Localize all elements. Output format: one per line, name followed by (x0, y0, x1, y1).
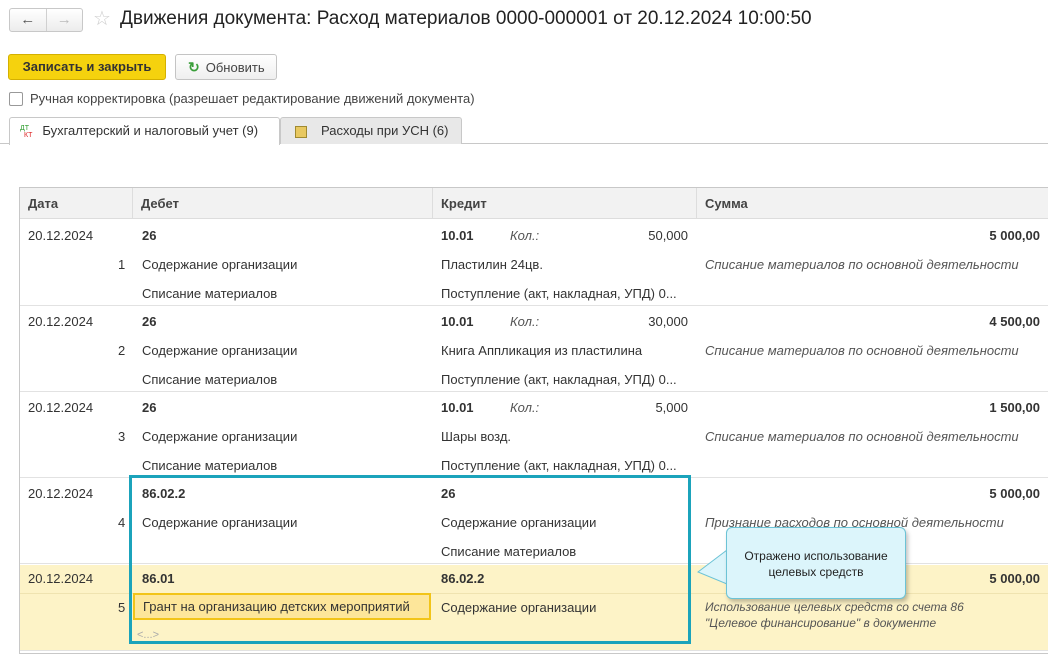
dt-kt-icon: ДТ КТ (20, 125, 32, 139)
table-row[interactable]: 20.12.2024 3 26 Содержание организации С… (20, 392, 1048, 478)
row-number: 4 (118, 515, 126, 530)
credit-subconto1: Пластилин 24цв. (441, 257, 543, 272)
date: 20.12.2024 (28, 228, 94, 243)
description: Использование целевых средств со счета 8… (705, 600, 964, 614)
table-header: Дата Дебет Кредит Сумма (20, 188, 1048, 219)
qty-label: Кол.: (510, 400, 540, 415)
row-number: 1 (118, 257, 126, 272)
manual-correction-checkbox[interactable] (9, 92, 23, 106)
row-number: 3 (118, 429, 126, 444)
date: 20.12.2024 (28, 400, 94, 415)
col-credit[interactable]: Кредит (433, 188, 697, 219)
description: Списание материалов по основной деятельн… (705, 343, 1019, 358)
date: 20.12.2024 (28, 314, 94, 329)
credit-subconto2: Поступление (акт, накладная, УПД) 0... (441, 286, 677, 301)
table-row[interactable]: 20.12.2024 1 26 Содержание организации С… (20, 220, 1048, 306)
qty-label: Кол.: (510, 314, 540, 329)
debit-subconto1: Содержание организации (142, 343, 298, 358)
credit-account: 10.01 (441, 400, 474, 415)
description-line2: "Целевое финансирование" в документе (705, 616, 937, 630)
qty-value: 30,000 (648, 314, 688, 329)
dt-text: ДТ (20, 124, 30, 132)
coins-icon (295, 125, 307, 138)
col-date[interactable]: Дата (20, 188, 133, 219)
nav-buttons: ← → (9, 8, 83, 32)
date: 20.12.2024 (28, 571, 94, 586)
qty-value: 50,000 (648, 228, 688, 243)
refresh-button[interactable]: ↻ Обновить (175, 54, 277, 80)
callout-note: Отражено использование целевых средств (726, 527, 906, 599)
debit-account: 26 (142, 314, 157, 329)
credit-subconto1: Шары возд. (441, 429, 512, 444)
save-close-button[interactable]: Записать и закрыть (8, 54, 166, 80)
tab-divider (462, 143, 1048, 144)
tab-accounting[interactable]: ДТ КТ Бухгалтерский и налоговый учет (9) (9, 117, 280, 145)
back-button[interactable]: ← (10, 9, 46, 31)
debit-subconto2: Списание материалов (142, 286, 278, 301)
description: Списание материалов по основной деятельн… (705, 429, 1019, 444)
credit-subconto2: Поступление (акт, накладная, УПД) 0... (441, 372, 677, 387)
debit-subconto2: Списание материалов (142, 458, 278, 473)
tab-label: Бухгалтерский и налоговый учет (9) (42, 123, 259, 138)
tab-divider (0, 143, 9, 144)
kt-text: КТ (24, 131, 33, 139)
col-debit[interactable]: Дебет (133, 188, 433, 219)
qty-label: Кол.: (510, 228, 540, 243)
tab-label: Расходы при УСН (6) (321, 123, 449, 138)
credit-subconto2: Поступление (акт, накладная, УПД) 0... (441, 458, 677, 473)
row-number: 5 (118, 600, 126, 615)
refresh-icon: ↻ (188, 59, 200, 75)
date: 20.12.2024 (28, 486, 94, 501)
debit-subconto1: Содержание организации (142, 257, 298, 272)
credit-subconto1: Книга Аппликация из пластилина (441, 343, 643, 358)
sum: 1 500,00 (989, 400, 1040, 415)
manual-correction-label[interactable]: Ручная корректировка (разрешает редактир… (30, 91, 475, 106)
credit-account: 10.01 (441, 228, 474, 243)
forward-button[interactable]: → (45, 9, 83, 31)
debit-subconto2: Списание материалов (142, 372, 278, 387)
debit-account: 26 (142, 400, 157, 415)
sum: 5 000,00 (989, 486, 1040, 501)
callout-tail-icon (697, 548, 728, 585)
debit-account: 26 (142, 228, 157, 243)
page-title: Движения документа: Расход материалов 00… (120, 8, 812, 29)
tab-usn-expenses[interactable]: Расходы при УСН (6) (280, 117, 462, 144)
qty-value: 5,000 (655, 400, 688, 415)
sum: 5 000,00 (989, 228, 1040, 243)
row-number: 2 (118, 343, 126, 358)
favorite-star-icon[interactable]: ☆ (93, 6, 111, 31)
sum: 5 000,00 (989, 571, 1040, 586)
col-sum[interactable]: Сумма (697, 188, 1048, 219)
sum: 4 500,00 (989, 314, 1040, 329)
credit-account: 10.01 (441, 314, 474, 329)
refresh-label: Обновить (205, 60, 265, 75)
description: Списание материалов по основной деятельн… (705, 257, 1019, 272)
highlight-frame (129, 475, 691, 644)
table-row[interactable]: 20.12.2024 2 26 Содержание организации С… (20, 306, 1048, 392)
debit-subconto1: Содержание организации (142, 429, 298, 444)
